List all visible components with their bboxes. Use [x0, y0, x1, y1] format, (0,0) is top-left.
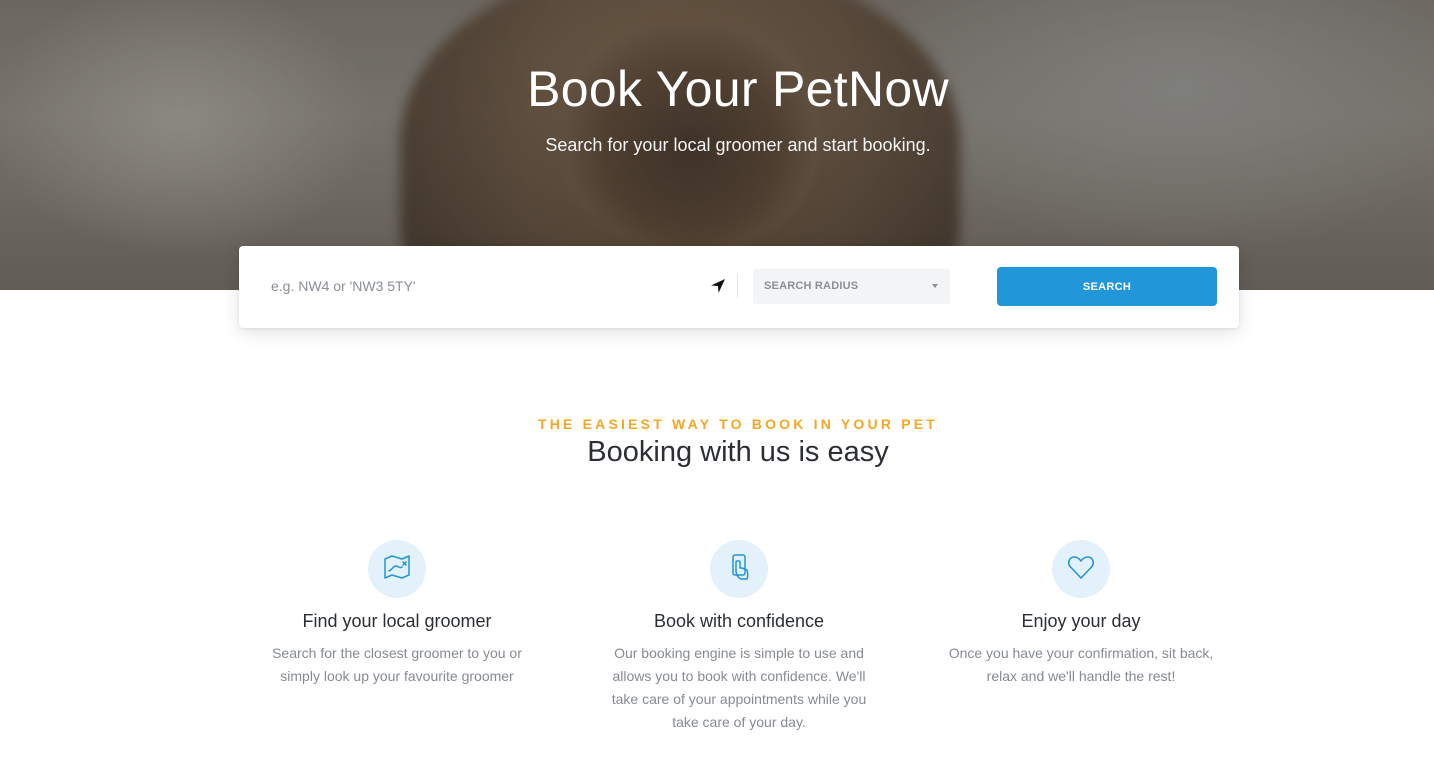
feature-icon-circle — [1052, 540, 1110, 598]
feature-title: Find your local groomer — [302, 611, 492, 631]
search-divider — [737, 274, 738, 298]
feature-description: Our booking engine is simple to use and … — [611, 645, 867, 730]
section-title: Booking with us is easy — [587, 436, 889, 468]
location-arrow-icon[interactable] — [709, 277, 727, 295]
search-radius-select[interactable]: SEARCH RADIUS — [753, 269, 950, 304]
feature-description: Search for the closest groomer to you or… — [272, 645, 522, 684]
feature-book-confidence: Book with confidence Our booking engine … — [594, 540, 884, 734]
hero-subtitle: Search for your local groomer and start … — [545, 135, 931, 155]
feature-title: Book with confidence — [653, 611, 825, 631]
search-button[interactable]: SEARCH — [997, 267, 1217, 306]
feature-title: Enjoy your day — [1021, 611, 1141, 631]
feature-description: Once you have your confirmation, sit bac… — [948, 645, 1214, 684]
chevron-down-icon — [932, 284, 938, 288]
feature-icon-circle — [368, 540, 426, 598]
search-radius-label: SEARCH RADIUS — [764, 280, 859, 292]
map-route-icon — [382, 552, 412, 587]
feature-enjoy-day: Enjoy your day Once you have your confir… — [936, 540, 1226, 688]
search-bar: SEARCH RADIUS SEARCH — [239, 246, 1239, 328]
tap-card-icon — [724, 552, 754, 587]
section-eyebrow: THE EASIEST WAY TO BOOK IN YOUR PET — [537, 416, 939, 432]
hero-title: Book Your PetNow — [527, 61, 949, 117]
feature-icon-circle — [710, 540, 768, 598]
feature-find-groomer: Find your local groomer Search for the c… — [252, 540, 542, 688]
postcode-search-input[interactable] — [261, 270, 691, 302]
heart-icon — [1066, 552, 1096, 587]
